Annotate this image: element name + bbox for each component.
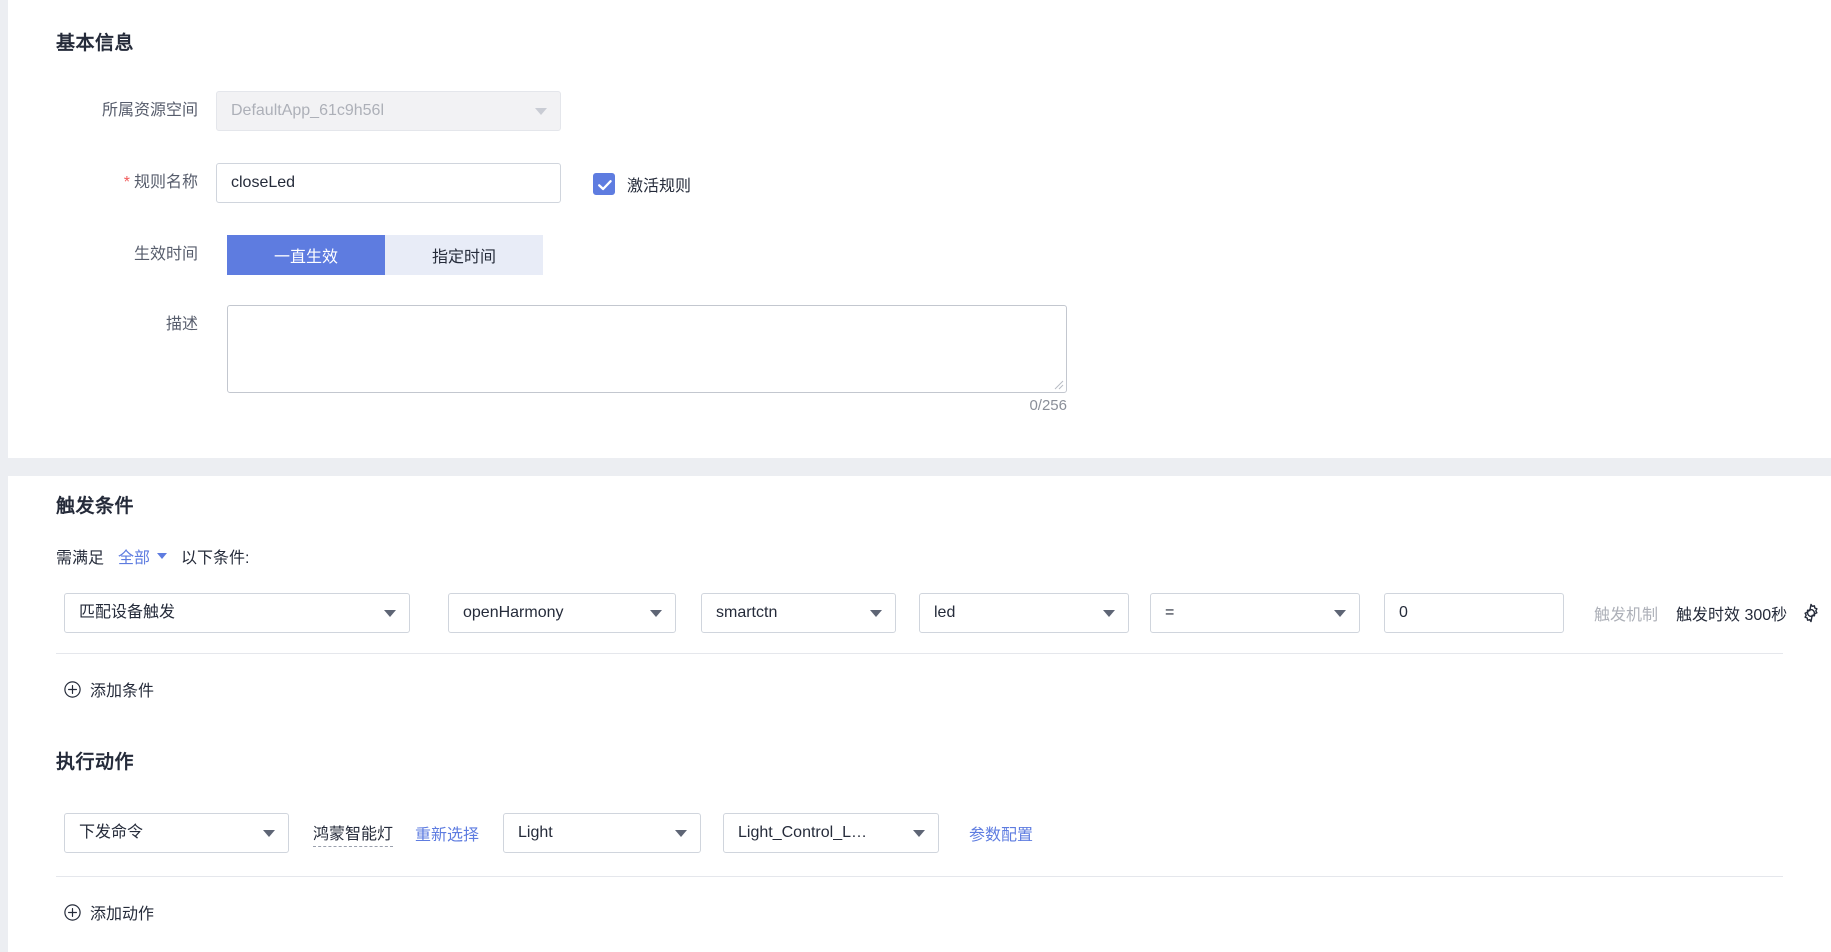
trigger-mechanism-label: 触发机制 (1594, 607, 1659, 624)
reselect-device-link[interactable]: 重新选择 (415, 821, 479, 845)
condition-property-select[interactable]: led (919, 593, 1129, 633)
resource-space-label: 所属资源空间 (101, 102, 198, 119)
rule-name-row: * 规则名称 closeLed (56, 163, 561, 203)
chevron-down-icon (1334, 610, 1346, 617)
chevron-down-icon (1103, 610, 1115, 617)
rule-logic-card: 触发条件 需满足 全部 以下条件: 匹配设备触发 openHarmony sma… (8, 476, 1831, 952)
param-config-link[interactable]: 参数配置 (969, 821, 1033, 845)
chevron-down-icon (157, 553, 168, 559)
match-mode-value: 全部 (118, 550, 151, 567)
rule-name-label: * 规则名称 (56, 163, 216, 203)
trigger-prefix-label: 需满足 (56, 550, 105, 567)
resource-space-select[interactable]: DefaultApp_61c9h56l (216, 91, 561, 131)
chevron-down-icon (384, 610, 396, 617)
add-action-label: 添加动作 (90, 906, 155, 923)
chevron-down-icon (650, 610, 662, 617)
action-type-select[interactable]: 下发命令 (64, 813, 289, 853)
segment-always-effective[interactable]: 一直生效 (227, 235, 385, 275)
rule-name-value: closeLed (231, 174, 296, 191)
trigger-match-line: 需满足 全部 以下条件: (56, 544, 249, 568)
chevron-down-icon (535, 108, 547, 115)
condition-type-value: 匹配设备触发 (79, 604, 176, 621)
action-service-value: Light (518, 824, 553, 841)
add-condition-label: 添加条件 (90, 683, 155, 700)
condition-divider (56, 653, 1783, 654)
condition-type-select[interactable]: 匹配设备触发 (64, 593, 410, 633)
effective-time-label: 生效时间 (133, 246, 198, 263)
condition-product-select[interactable]: openHarmony (448, 593, 676, 633)
segment-specified-time[interactable]: 指定时间 (385, 235, 543, 275)
trigger-validity-label: 触发时效 300秒 (1676, 607, 1788, 624)
description-textarea[interactable] (227, 305, 1067, 393)
description-wrap: 0/256 (227, 305, 1067, 414)
condition-row: 匹配设备触发 openHarmony smartctn led = 0 触发机制… (64, 593, 1821, 633)
required-asterisk: * (123, 174, 130, 191)
condition-value-input[interactable]: 0 (1384, 593, 1564, 633)
action-row: 下发命令 鸿蒙智能灯 重新选择 Light Light_Control_L… 参… (64, 813, 1033, 853)
description-label: 描述 (165, 316, 198, 333)
action-device-name: 鸿蒙智能灯 (313, 820, 394, 847)
action-divider (56, 876, 1783, 877)
condition-value-text: 0 (1399, 604, 1408, 621)
action-service-select[interactable]: Light (503, 813, 702, 853)
condition-product-value: openHarmony (463, 604, 564, 621)
resource-space-value: DefaultApp_61c9h56l (231, 102, 385, 119)
action-command-value: Light_Control_L… (738, 824, 867, 841)
rule-name-label-text: 规则名称 (133, 174, 198, 191)
basic-info-card: 基本信息 所属资源空间 DefaultApp_61c9h56l * 规则名称 cl… (8, 0, 1831, 458)
effective-time-row: 生效时间 (56, 235, 216, 275)
activate-rule-checkbox-wrap[interactable]: 激活规则 (593, 172, 691, 196)
action-command-select[interactable]: Light_Control_L… (723, 813, 940, 853)
rule-name-input[interactable]: closeLed (216, 163, 561, 203)
condition-device-select[interactable]: smartctn (701, 593, 896, 633)
chevron-down-icon (675, 830, 688, 837)
chevron-down-icon (263, 830, 275, 837)
rule-editor-page: 基本信息 所属资源空间 DefaultApp_61c9h56l * 规则名称 cl… (0, 0, 1831, 952)
condition-operator-select[interactable]: = (1150, 593, 1360, 633)
effective-time-segmented: 一直生效 指定时间 (227, 235, 543, 275)
add-action-button[interactable]: 添加动作 (64, 900, 154, 924)
resource-space-row: 所属资源空间 DefaultApp_61c9h56l (56, 91, 561, 131)
condition-operator-value: = (1165, 604, 1175, 621)
checkbox-checked-icon[interactable] (593, 173, 615, 195)
action-type-value: 下发命令 (79, 824, 144, 841)
description-counter: 0/256 (1029, 397, 1067, 414)
add-condition-button[interactable]: 添加条件 (64, 677, 154, 701)
plus-circle-icon (64, 903, 81, 921)
description-row: 描述 (56, 305, 216, 345)
execute-actions-title: 执行动作 (56, 752, 135, 773)
chevron-down-icon (913, 830, 926, 837)
trigger-conditions-title: 触发条件 (56, 496, 135, 517)
basic-info-title: 基本信息 (56, 33, 135, 54)
match-mode-dropdown[interactable]: 全部 (118, 544, 168, 568)
chevron-down-icon (870, 610, 882, 617)
activate-rule-label: 激活规则 (627, 178, 692, 195)
trigger-suffix-label: 以下条件: (181, 550, 250, 567)
condition-property-value: led (934, 604, 956, 621)
resize-grip-icon[interactable] (1052, 378, 1064, 390)
gear-icon[interactable] (1801, 603, 1821, 623)
condition-device-value: smartctn (716, 604, 778, 621)
plus-circle-icon (64, 680, 81, 698)
